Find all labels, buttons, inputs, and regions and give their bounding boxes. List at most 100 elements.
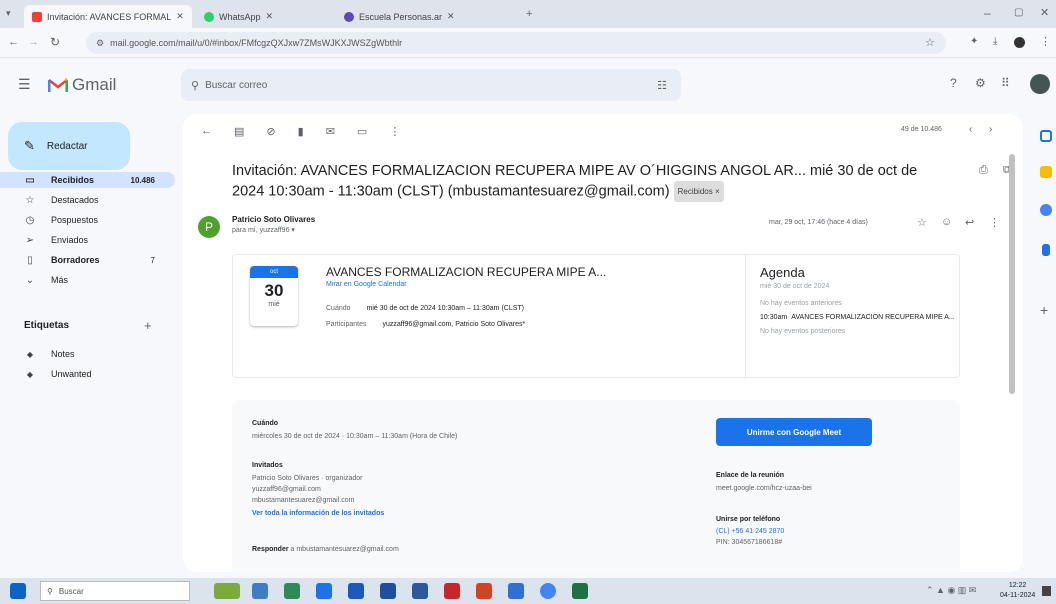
emoji-react-icon[interactable]: ☺ [941, 216, 952, 228]
close-tab-icon[interactable]: ✕ [447, 11, 455, 22]
sidebar-item-sent[interactable]: ➢ Enviados [0, 232, 175, 248]
sidebar-item-snoozed[interactable]: ◷ Pospuestos [0, 212, 175, 228]
contacts-addon-icon[interactable] [1042, 244, 1050, 256]
close-tab-icon[interactable]: ✕ [176, 11, 184, 22]
print-icon[interactable]: ⎙ [979, 164, 988, 177]
sidebar-item-inbox[interactable]: ▭ Recibidos 10.486 [0, 172, 175, 188]
recipient-details[interactable]: para mí, yuzzaff96 ▾ [232, 226, 295, 234]
compose-button[interactable]: ✎ Redactar [8, 122, 130, 170]
taskbar-edge-icon[interactable] [316, 583, 332, 599]
tab-search-icon[interactable]: ▾ [6, 8, 11, 19]
browser-menu-icon[interactable]: ⋮ [1040, 35, 1051, 48]
sidebar-item-drafts[interactable]: ▯ Borradores 7 [0, 252, 175, 268]
url-field[interactable]: ⚙ mail.google.com/mail/u/0/#inbox/FMfcgz… [86, 32, 946, 54]
pencil-icon: ✎ [24, 138, 35, 153]
star-icon[interactable]: ☆ [917, 216, 927, 229]
newer-icon[interactable]: ‹ [969, 124, 972, 135]
taskbar-store-icon[interactable] [284, 583, 300, 599]
taskbar-chrome-icon[interactable] [540, 583, 556, 599]
draft-icon: ▯ [27, 254, 33, 266]
new-tab-icon[interactable]: + [526, 8, 532, 20]
archive-icon[interactable]: ▤ [234, 125, 244, 138]
label-item-notes[interactable]: ◆ Notes [0, 346, 175, 362]
delete-icon[interactable]: ▮ [298, 125, 304, 138]
extensions-icon[interactable]: ✦ [970, 36, 978, 47]
reload-icon[interactable]: ↻ [50, 35, 60, 49]
move-to-icon[interactable]: ▭ [357, 125, 367, 138]
taskbar-word-icon[interactable] [348, 583, 364, 599]
search-input[interactable]: ⚲ Buscar correo ☷ [181, 69, 681, 101]
agenda-panel: Agenda mié 30 de oct de 2024 No hay even… [745, 255, 961, 379]
tasks-addon-icon[interactable] [1040, 204, 1052, 216]
mark-unread-icon[interactable]: ✉ [326, 125, 335, 138]
account-avatar[interactable] [1030, 74, 1050, 94]
taskbar-search-input[interactable]: ⚲ Buscar [40, 581, 190, 601]
agenda-event[interactable]: 10:30am AVANCES FORMALIZACION RECUPERA M… [760, 314, 961, 321]
back-to-inbox-icon[interactable]: ← [201, 125, 212, 137]
reply-icon[interactable]: ↩ [965, 216, 974, 229]
report-spam-icon[interactable]: ⊘ [266, 125, 275, 138]
event-details: Cuándo miércoles 30 de oct de 2024 · 10:… [232, 400, 960, 572]
tab-invitation[interactable]: Invitación: AVANCES FORMAL ✕ [24, 5, 192, 28]
apps-grid-icon[interactable]: ⠿ [1001, 76, 1010, 90]
more-options-icon[interactable]: ⋮ [389, 125, 400, 138]
notifications-icon[interactable] [1042, 586, 1051, 596]
get-addons-icon[interactable]: + [1040, 302, 1048, 318]
close-tab-icon[interactable]: ✕ [266, 11, 274, 22]
add-label-icon[interactable]: + [144, 318, 152, 333]
bookmark-star-icon[interactable]: ☆ [925, 36, 935, 49]
help-icon[interactable]: ? [950, 76, 957, 90]
main-menu-icon[interactable]: ☰ [18, 76, 31, 93]
windows-start-icon[interactable] [10, 583, 26, 599]
star-icon: ☆ [25, 194, 35, 206]
forward-icon[interactable]: → [28, 36, 39, 48]
settings-gear-icon[interactable]: ⚙ [975, 76, 986, 90]
windows-taskbar: ⚲ Buscar ⌃ ▲ ◉ ▥ ✉ 12:22 04-11-2024 [0, 578, 1056, 604]
address-bar-row: ← → ↻ ⚙ mail.google.com/mail/u/0/#inbox/… [0, 28, 1056, 58]
sender-avatar[interactable]: P [198, 216, 220, 238]
site-info-icon[interactable]: ⚙ [96, 38, 104, 49]
label-tag-icon: ◆ [26, 369, 34, 379]
view-in-calendar-link[interactable]: Mirar en Google Calendar [326, 281, 407, 288]
email-subject: Invitación: AVANCES FORMALIZACION RECUPE… [232, 162, 942, 202]
search-icon[interactable]: ⚲ [191, 79, 199, 92]
tray-icons[interactable]: ⌃ ▲ ◉ ▥ ✉ [926, 585, 976, 596]
whatsapp-favicon-icon [204, 11, 214, 22]
scrollbar[interactable] [1009, 154, 1015, 394]
sidebar-item-starred[interactable]: ☆ Destacados [0, 192, 175, 208]
phone-number-link[interactable]: (CL) +56 41 245 2870 [716, 528, 784, 535]
gmail-logo[interactable]: Gmail [48, 75, 116, 95]
profile-avatar-icon[interactable] [1014, 37, 1025, 48]
taskbar-file-explorer-icon[interactable] [252, 583, 268, 599]
view-guests-link[interactable]: Ver toda la información de los invitados [252, 510, 384, 517]
close-window-icon[interactable]: ✕ [1040, 6, 1049, 19]
taskbar-r-app-icon[interactable] [380, 583, 396, 599]
older-icon[interactable]: › [989, 124, 992, 135]
tab-escuela[interactable]: Escuela Personas.ar ✕ [336, 5, 516, 28]
inbox-badge[interactable]: Recibidos × [673, 181, 724, 202]
message-more-icon[interactable]: ⋮ [989, 216, 1000, 229]
taskbar-excel-icon[interactable] [572, 583, 588, 599]
minimize-icon[interactable]: – [984, 6, 991, 20]
back-icon[interactable]: ← [8, 36, 19, 48]
taskbar-acrobat-icon[interactable] [444, 583, 460, 599]
join-meet-button[interactable]: Unirme con Google Meet [716, 418, 872, 446]
taskbar-powerpoint-icon[interactable] [476, 583, 492, 599]
search-icon: ⚲ [47, 586, 53, 596]
search-options-icon[interactable]: ☷ [657, 79, 667, 92]
label-item-unwanted[interactable]: ◆ Unwanted [0, 366, 175, 382]
escuela-favicon-icon [344, 11, 354, 22]
meet-link[interactable]: meet.google.com/hcz-uzaa-bei [716, 485, 812, 492]
clock-icon: ◷ [25, 214, 35, 226]
sidebar-item-more[interactable]: ⌄ Más [0, 272, 175, 288]
taskbar-widget-icon[interactable] [214, 583, 240, 599]
taskbar-app-icon[interactable] [508, 583, 524, 599]
keep-addon-icon[interactable] [1040, 166, 1052, 178]
calendar-addon-icon[interactable] [1040, 130, 1052, 142]
download-icon[interactable]: ⤓ [993, 36, 997, 47]
taskbar-mail-icon[interactable] [412, 583, 428, 599]
tab-whatsapp[interactable]: WhatsApp ✕ [196, 5, 314, 28]
sender-name[interactable]: Patricio Soto Olivares [232, 215, 315, 224]
maximize-icon[interactable]: ▢ [1014, 7, 1023, 18]
taskbar-clock[interactable]: 12:22 04-11-2024 [1000, 581, 1035, 601]
